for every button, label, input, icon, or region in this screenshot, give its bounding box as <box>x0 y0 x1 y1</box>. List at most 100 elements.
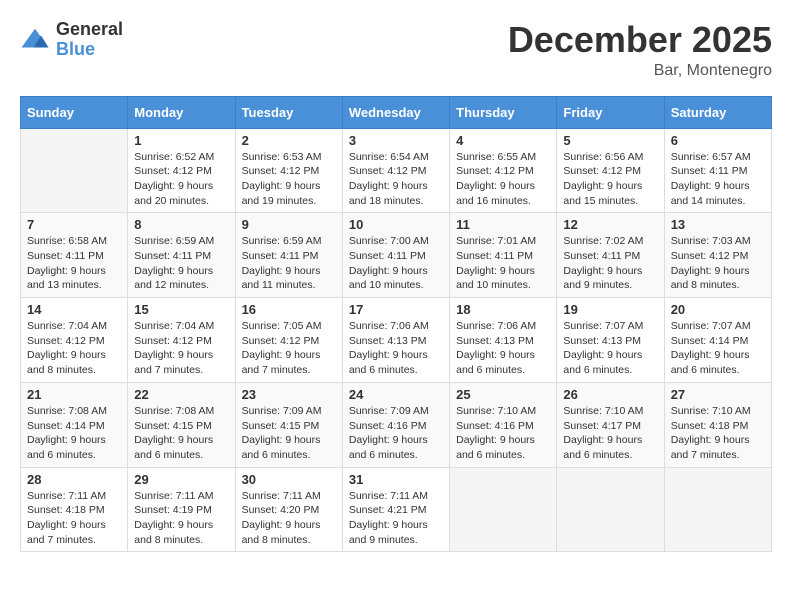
day-info: Sunrise: 7:04 AM Sunset: 4:12 PM Dayligh… <box>27 319 121 378</box>
calendar-cell: 28Sunrise: 7:11 AM Sunset: 4:18 PM Dayli… <box>21 467 128 552</box>
day-number: 27 <box>671 387 765 402</box>
day-info: Sunrise: 6:57 AM Sunset: 4:11 PM Dayligh… <box>671 150 765 209</box>
day-number: 15 <box>134 302 228 317</box>
calendar-cell: 6 Sunrise: 6:57 AM Sunset: 4:11 PM Daylig… <box>664 128 771 213</box>
day-number: 21 <box>27 387 121 402</box>
day-info: Sunrise: 7:01 AM Sunset: 4:11 PM Dayligh… <box>456 234 550 293</box>
day-number: 26 <box>563 387 657 402</box>
month-title: December 2025 <box>508 20 772 60</box>
calendar-cell: 30 Sunrise: 7:11 AM Sunset: 4:20 PM Dayli… <box>235 467 342 552</box>
week-row-3: 14 Sunrise: 7:04 AM Sunset: 4:12 PM Dayli… <box>21 298 772 383</box>
week-row-5: 28Sunrise: 7:11 AM Sunset: 4:18 PM Dayli… <box>21 467 772 552</box>
calendar-cell: 13 Sunrise: 7:03 AM Sunset: 4:12 PM Dayli… <box>664 213 771 298</box>
day-info: Sunrise: 7:10 AM Sunset: 4:16 PM Dayligh… <box>456 404 550 463</box>
day-number: 20 <box>671 302 765 317</box>
calendar-cell: 20 Sunrise: 7:07 AM Sunset: 4:14 PM Dayli… <box>664 298 771 383</box>
weekday-header-sunday: Sunday <box>21 96 128 128</box>
day-number: 5 <box>563 133 657 148</box>
day-info: Sunrise: 6:59 AM Sunset: 4:11 PM Dayligh… <box>134 234 228 293</box>
day-number: 29 <box>134 472 228 487</box>
calendar-cell: 29 Sunrise: 7:11 AM Sunset: 4:19 PM Dayli… <box>128 467 235 552</box>
day-info: Sunrise: 7:11 AM Sunset: 4:21 PM Dayligh… <box>349 489 443 548</box>
calendar-cell: 2 Sunrise: 6:53 AM Sunset: 4:12 PM Daylig… <box>235 128 342 213</box>
logo-blue: Blue <box>56 40 123 60</box>
calendar-cell: 9 Sunrise: 6:59 AM Sunset: 4:11 PM Daylig… <box>235 213 342 298</box>
day-info: Sunrise: 7:08 AM Sunset: 4:14 PM Dayligh… <box>27 404 121 463</box>
weekday-header-thursday: Thursday <box>450 96 557 128</box>
day-info: Sunrise: 7:04 AM Sunset: 4:12 PM Dayligh… <box>134 319 228 378</box>
day-info: Sunrise: 7:08 AM Sunset: 4:15 PM Dayligh… <box>134 404 228 463</box>
day-number: 7 <box>27 217 121 232</box>
day-info: Sunrise: 7:11 AM Sunset: 4:18 PM Dayligh… <box>27 489 121 548</box>
calendar-cell: 31 Sunrise: 7:11 AM Sunset: 4:21 PM Dayli… <box>342 467 449 552</box>
calendar-table: SundayMondayTuesdayWednesdayThursdayFrid… <box>20 96 772 553</box>
day-info: Sunrise: 6:54 AM Sunset: 4:12 PM Dayligh… <box>349 150 443 209</box>
day-info: Sunrise: 7:10 AM Sunset: 4:18 PM Dayligh… <box>671 404 765 463</box>
day-number: 14 <box>27 302 121 317</box>
calendar-cell: 14 Sunrise: 7:04 AM Sunset: 4:12 PM Dayli… <box>21 298 128 383</box>
day-number: 9 <box>242 217 336 232</box>
day-info: Sunrise: 7:00 AM Sunset: 4:11 PM Dayligh… <box>349 234 443 293</box>
logo-icon <box>20 25 50 55</box>
calendar-cell: 24Sunrise: 7:09 AM Sunset: 4:16 PM Dayli… <box>342 382 449 467</box>
weekday-header-saturday: Saturday <box>664 96 771 128</box>
day-info: Sunrise: 7:06 AM Sunset: 4:13 PM Dayligh… <box>456 319 550 378</box>
day-info: Sunrise: 7:07 AM Sunset: 4:14 PM Dayligh… <box>671 319 765 378</box>
day-info: Sunrise: 7:10 AM Sunset: 4:17 PM Dayligh… <box>563 404 657 463</box>
day-info: Sunrise: 7:05 AM Sunset: 4:12 PM Dayligh… <box>242 319 336 378</box>
day-info: Sunrise: 6:58 AM Sunset: 4:11 PM Dayligh… <box>27 234 121 293</box>
day-info: Sunrise: 6:56 AM Sunset: 4:12 PM Dayligh… <box>563 150 657 209</box>
day-number: 17 <box>349 302 443 317</box>
calendar-cell: 21 Sunrise: 7:08 AM Sunset: 4:14 PM Dayli… <box>21 382 128 467</box>
calendar-cell: 10 Sunrise: 7:00 AM Sunset: 4:11 PM Dayli… <box>342 213 449 298</box>
calendar-cell <box>450 467 557 552</box>
calendar-cell: 1Sunrise: 6:52 AM Sunset: 4:12 PM Daylig… <box>128 128 235 213</box>
calendar-cell: 16 Sunrise: 7:05 AM Sunset: 4:12 PM Dayli… <box>235 298 342 383</box>
day-number: 18 <box>456 302 550 317</box>
calendar-cell: 3 Sunrise: 6:54 AM Sunset: 4:12 PM Daylig… <box>342 128 449 213</box>
day-number: 30 <box>242 472 336 487</box>
day-info: Sunrise: 7:09 AM Sunset: 4:15 PM Dayligh… <box>242 404 336 463</box>
weekday-header-monday: Monday <box>128 96 235 128</box>
day-info: Sunrise: 7:09 AM Sunset: 4:16 PM Dayligh… <box>349 404 443 463</box>
calendar-cell: 11 Sunrise: 7:01 AM Sunset: 4:11 PM Dayli… <box>450 213 557 298</box>
day-info: Sunrise: 7:03 AM Sunset: 4:12 PM Dayligh… <box>671 234 765 293</box>
day-number: 10 <box>349 217 443 232</box>
weekday-header-tuesday: Tuesday <box>235 96 342 128</box>
weekday-header-row: SundayMondayTuesdayWednesdayThursdayFrid… <box>21 96 772 128</box>
calendar-cell: 23 Sunrise: 7:09 AM Sunset: 4:15 PM Dayli… <box>235 382 342 467</box>
day-info: Sunrise: 7:11 AM Sunset: 4:19 PM Dayligh… <box>134 489 228 548</box>
day-info: Sunrise: 7:02 AM Sunset: 4:11 PM Dayligh… <box>563 234 657 293</box>
day-number: 3 <box>349 133 443 148</box>
calendar-cell: 22Sunrise: 7:08 AM Sunset: 4:15 PM Dayli… <box>128 382 235 467</box>
day-number: 16 <box>242 302 336 317</box>
day-number: 2 <box>242 133 336 148</box>
calendar-cell: 25 Sunrise: 7:10 AM Sunset: 4:16 PM Dayli… <box>450 382 557 467</box>
day-number: 23 <box>242 387 336 402</box>
weekday-header-wednesday: Wednesday <box>342 96 449 128</box>
week-row-4: 21 Sunrise: 7:08 AM Sunset: 4:14 PM Dayli… <box>21 382 772 467</box>
calendar-cell: 12Sunrise: 7:02 AM Sunset: 4:11 PM Dayli… <box>557 213 664 298</box>
day-number: 8 <box>134 217 228 232</box>
day-number: 11 <box>456 217 550 232</box>
calendar-cell: 15 Sunrise: 7:04 AM Sunset: 4:12 PM Dayli… <box>128 298 235 383</box>
day-info: Sunrise: 7:11 AM Sunset: 4:20 PM Dayligh… <box>242 489 336 548</box>
calendar-cell: 8 Sunrise: 6:59 AM Sunset: 4:11 PM Daylig… <box>128 213 235 298</box>
day-number: 6 <box>671 133 765 148</box>
calendar-cell: 27 Sunrise: 7:10 AM Sunset: 4:18 PM Dayli… <box>664 382 771 467</box>
page-header: General Blue December 2025 Bar, Monteneg… <box>20 20 772 80</box>
day-info: Sunrise: 6:53 AM Sunset: 4:12 PM Dayligh… <box>242 150 336 209</box>
day-info: Sunrise: 6:52 AM Sunset: 4:12 PM Dayligh… <box>134 150 228 209</box>
day-number: 13 <box>671 217 765 232</box>
calendar-cell <box>664 467 771 552</box>
day-number: 19 <box>563 302 657 317</box>
day-number: 25 <box>456 387 550 402</box>
day-number: 4 <box>456 133 550 148</box>
day-number: 31 <box>349 472 443 487</box>
day-info: Sunrise: 6:59 AM Sunset: 4:11 PM Dayligh… <box>242 234 336 293</box>
calendar-cell: 18 Sunrise: 7:06 AM Sunset: 4:13 PM Dayli… <box>450 298 557 383</box>
calendar-cell <box>21 128 128 213</box>
day-info: Sunrise: 6:55 AM Sunset: 4:12 PM Dayligh… <box>456 150 550 209</box>
calendar-cell: 26 Sunrise: 7:10 AM Sunset: 4:17 PM Dayli… <box>557 382 664 467</box>
calendar-cell: 4 Sunrise: 6:55 AM Sunset: 4:12 PM Daylig… <box>450 128 557 213</box>
